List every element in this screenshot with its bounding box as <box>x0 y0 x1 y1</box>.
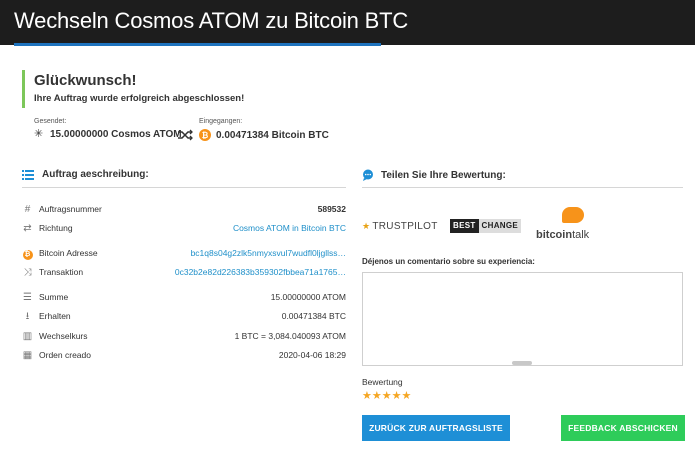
calendar-icon: ▦ <box>22 350 33 361</box>
order-row-direction: ⇄ Richtung Cosmos ATOM in Bitcoin BTC <box>22 221 346 237</box>
success-notice: Glückwunsch! Ihre Auftrag wurde erfolgre… <box>22 70 342 108</box>
speech-bubble-icon <box>562 207 584 223</box>
address-link[interactable]: bc1q8s04g2zlk5nmyxsvul7wudfl0ljgllss… <box>191 248 346 258</box>
textarea-resize-handle[interactable] <box>512 361 532 365</box>
bitcoin-icon: ₿ <box>22 248 33 260</box>
download-icon: ⭳ <box>25 311 30 322</box>
direction-link[interactable]: Cosmos ATOM in Bitcoin BTC <box>233 223 346 233</box>
send-feedback-button[interactable]: FEEDBACK ABSCHICKEN <box>561 415 685 441</box>
shuffle-icon: ⤨ <box>23 267 32 278</box>
row-label: Erhalten <box>39 311 71 321</box>
transaction-link[interactable]: 0c32b2e82d226383b359302fbbea71a1765… <box>175 267 346 277</box>
sent-label: Gesendet: <box>34 118 67 125</box>
review-section-label: Teilen Sie Ihre Bewertung: <box>381 169 506 181</box>
order-row-transaction: ⤨ Transaktion 0c32b2e82d226383b359302fbb… <box>22 265 347 281</box>
comment-input[interactable] <box>362 272 683 366</box>
order-row-rate: ▥ Wechselkurs 1 BTC = 3,084.040093 ATOM <box>22 329 346 345</box>
sent-amount: ✳ 15.00000000 Cosmos ATOM <box>34 128 182 141</box>
chart-icon: ▥ <box>22 331 33 342</box>
received-label: Eingegangen: <box>199 118 243 125</box>
swap-icon <box>178 129 193 141</box>
order-row-received: ⭳ Erhalten 0.00471384 BTC <box>22 309 346 325</box>
row-value: 2020-04-06 18:29 <box>278 350 346 360</box>
stack-icon: ☰ <box>23 292 32 303</box>
received-amount: ₿ 0.00471384 Bitcoin BTC <box>199 129 329 141</box>
direction-icon: ⇄ <box>23 223 32 234</box>
bestchange-logo[interactable]: BEST CHANGE <box>450 219 522 233</box>
received-value: 0.00471384 Bitcoin BTC <box>216 129 329 141</box>
rating-stars[interactable]: ★★★★★ <box>362 389 411 402</box>
row-value: 589532 <box>317 204 346 214</box>
atom-icon: ✳ <box>34 128 44 140</box>
order-section-divider <box>22 187 346 188</box>
order-section-title: Auftrag aeschreibung: <box>22 169 149 180</box>
row-label: Transaktion <box>39 267 84 277</box>
row-label: Summe <box>39 292 69 302</box>
chat-icon <box>363 169 373 181</box>
row-label: Wechselkurs <box>39 331 88 341</box>
comment-label: Déjenos un comentario sobre su experienc… <box>362 257 535 266</box>
order-row-amount: ☰ Summe 15.00000000 ATOM <box>22 290 346 306</box>
success-message: Ihre Auftrag wurde erfolgreich abgeschlo… <box>34 93 245 104</box>
page-title: Wechseln Cosmos ATOM zu Bitcoin BTC <box>14 8 409 33</box>
back-to-orders-button[interactable]: ZURÜCK ZUR AUFTRAGSLISTE <box>362 415 510 441</box>
order-row-number: # Auftragsnummer 589532 <box>22 202 346 218</box>
sent-value: 15.00000000 Cosmos ATOM <box>50 129 182 140</box>
star-icon: ★ <box>362 221 371 231</box>
review-section-title: Teilen Sie Ihre Bewertung: <box>362 169 506 181</box>
row-label: Orden creado <box>39 350 91 360</box>
trustpilot-logo[interactable]: ★ TRUSTPILOT <box>362 221 438 232</box>
bitcoin-icon: ₿ <box>199 129 211 141</box>
rating-label: Bewertung <box>362 377 403 387</box>
review-section-divider <box>362 187 683 188</box>
bitcointalk-label: bitcointalk <box>536 229 590 241</box>
bestchange-label-a: BEST <box>450 219 479 233</box>
row-value: 1 BTC = 3,084.040093 ATOM <box>234 331 346 341</box>
hash-icon: # <box>24 204 31 215</box>
order-row-address: ₿ Bitcoin Adresse bc1q8s04g2zlk5nmyxsvul… <box>22 246 346 262</box>
row-value: 0.00471384 BTC <box>281 311 346 321</box>
list-icon <box>22 169 34 180</box>
row-value: 15.00000000 ATOM <box>270 292 346 302</box>
bestchange-label-b: CHANGE <box>478 219 522 233</box>
review-platforms: ★ TRUSTPILOT BEST CHANGE bitcointalk <box>362 205 682 245</box>
order-section-label: Auftrag aeschreibung: <box>42 169 149 180</box>
page-header: Wechseln Cosmos ATOM zu Bitcoin BTC <box>0 0 695 46</box>
row-label: Richtung <box>39 223 73 233</box>
row-label: Bitcoin Adresse <box>39 248 98 258</box>
order-row-created: ▦ Orden creado 2020-04-06 18:29 <box>22 348 346 364</box>
title-underline <box>14 43 381 46</box>
bitcointalk-logo[interactable]: bitcointalk <box>536 205 606 245</box>
row-label: Auftragsnummer <box>39 204 102 214</box>
success-heading: Glückwunsch! <box>34 72 137 89</box>
trustpilot-label: TRUSTPILOT <box>372 221 438 232</box>
